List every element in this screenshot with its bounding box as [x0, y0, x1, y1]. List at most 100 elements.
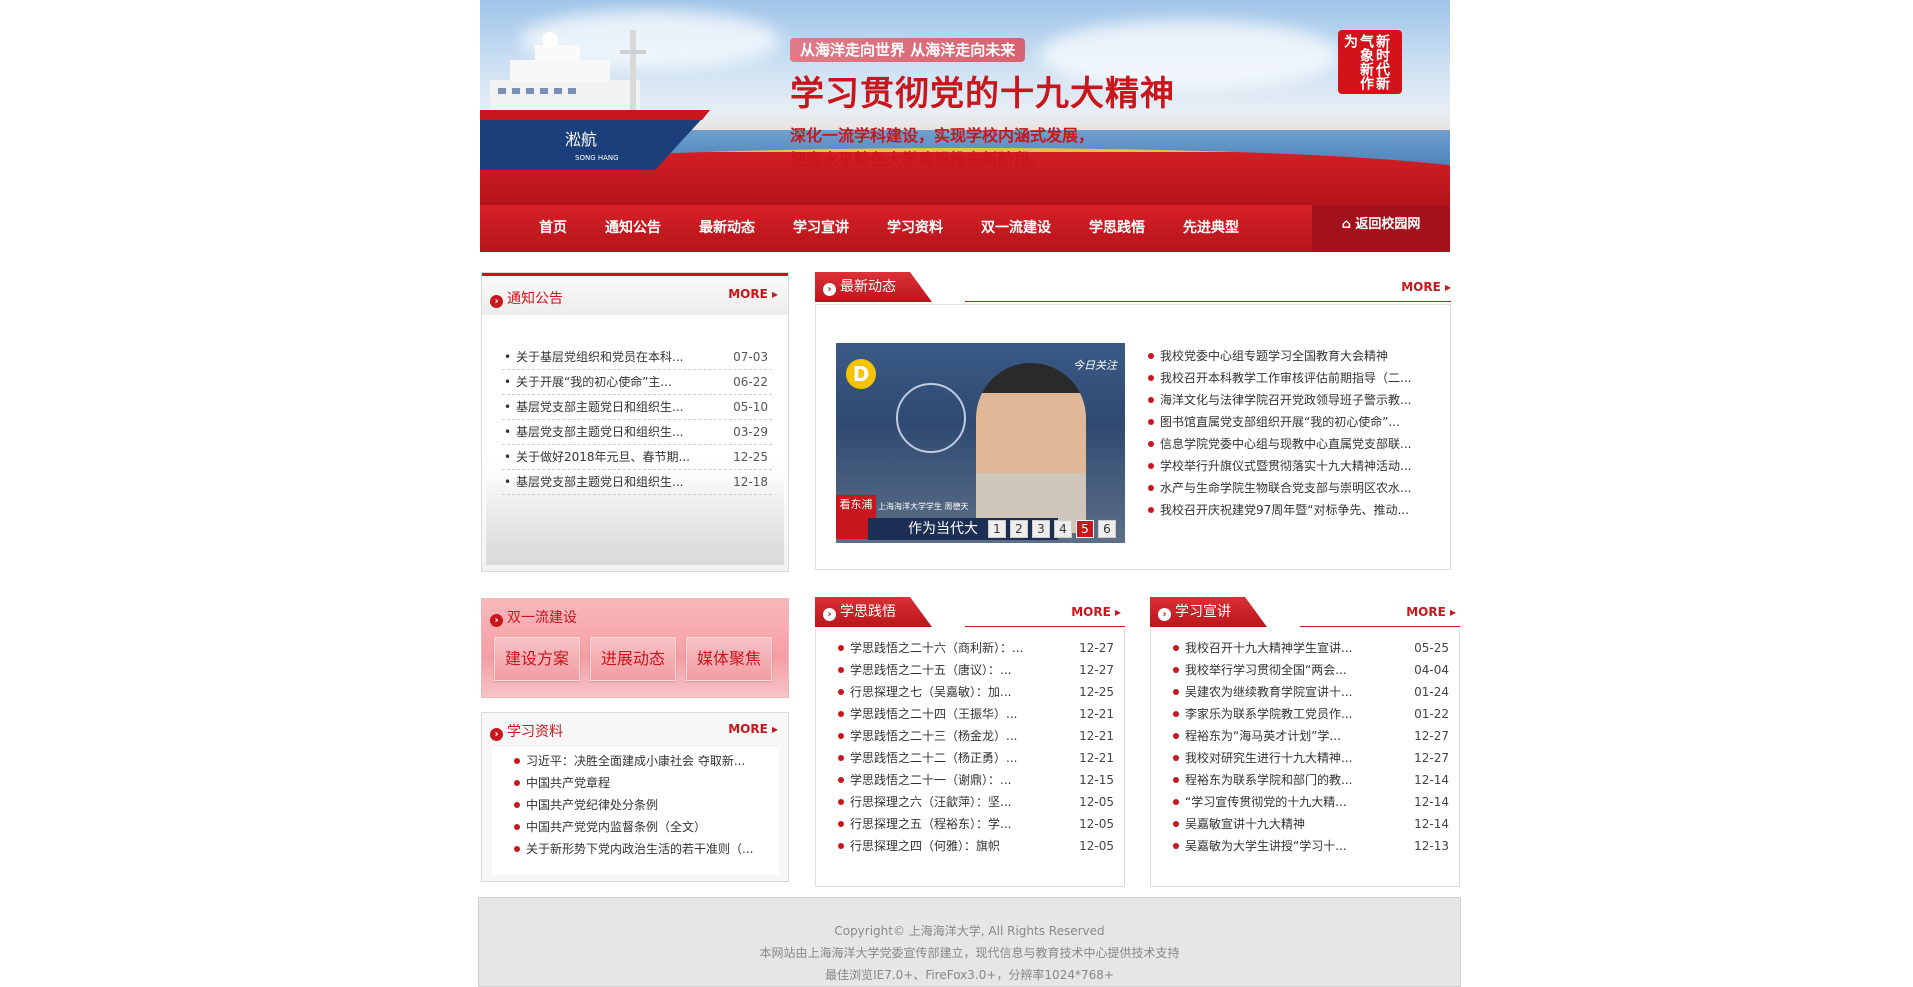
item-title[interactable]: 学思践悟之二十三（杨金龙）... — [816, 725, 1017, 747]
item-title[interactable]: 行思探理之六（汪歙萍）：坚... — [816, 791, 1011, 813]
pager-1[interactable]: 1 — [988, 520, 1006, 538]
progress-button[interactable]: 进展动态 — [590, 637, 676, 681]
list-item[interactable]: “学习宣传贯彻党的十九大精... 12-14 — [1151, 791, 1459, 813]
item-title[interactable]: “学习宣传贯彻党的十九大精... — [1151, 791, 1347, 813]
list-item[interactable]: 我校召开庆祝建党97周年暨“对标争先、推动... — [1146, 499, 1446, 521]
item-title[interactable]: 我校对研究生进行十九大精神... — [1151, 747, 1352, 769]
item-date: 12-14 — [1414, 795, 1449, 809]
item-title[interactable]: 关于基层党组织和党员在本科... — [502, 345, 683, 370]
list-item[interactable]: 基层党支部主题党日和组织生... 05-10 — [502, 395, 772, 420]
list-item[interactable]: 水产与生命学院生物联合党支部与崇明区农水... — [1146, 477, 1446, 499]
study-lectures-header: › 学习宣讲 MORE — [1150, 597, 1460, 627]
list-item[interactable]: 行思探理之五（程裕东）：学... 12-05 — [816, 813, 1124, 835]
item-title[interactable]: 我校举行学习贯彻全国“两会... — [1151, 659, 1347, 681]
item-title[interactable]: 学思践悟之二十五（唐议）：... — [816, 659, 1011, 681]
list-item[interactable]: 中国共产党纪律处分条例 — [492, 794, 778, 816]
item-date: 03-29 — [733, 425, 768, 439]
nav-item-materials[interactable]: 学习资料 — [868, 205, 962, 252]
item-title[interactable]: 我校召开十九大精神学生宣讲... — [1151, 637, 1352, 659]
item-date: 01-24 — [1414, 685, 1449, 699]
list-item[interactable]: 我校党委中心组专题学习全国教育大会精神 — [1146, 345, 1446, 367]
construction-plan-button[interactable]: 建设方案 — [494, 637, 580, 681]
pager-5-active[interactable]: 5 — [1076, 520, 1094, 538]
list-item[interactable]: 基层党支部主题党日和组织生... 12-18 — [502, 470, 772, 495]
item-title[interactable]: 行思探理之四（何雅）：旗帜 — [816, 835, 1000, 857]
media-focus-button[interactable]: 媒体聚焦 — [686, 637, 772, 681]
pager-2[interactable]: 2 — [1010, 520, 1028, 538]
item-title[interactable]: 学思践悟之二十四（王振华）... — [816, 703, 1017, 725]
list-item[interactable]: 图书馆直属党支部组织开展“我的初心使命”... — [1146, 411, 1446, 433]
list-item[interactable]: 关于开展“我的初心使命”主... 06-22 — [502, 370, 772, 395]
item-title[interactable]: 吴嘉敏为大学生讲授“学习十... — [1151, 835, 1347, 857]
list-item[interactable]: 李家乐为联系学院教工党员作... 01-22 — [1151, 703, 1459, 725]
notice-more-link[interactable]: MORE — [728, 287, 778, 301]
list-item[interactable]: 关于新形势下党内政治生活的若干准则（... — [492, 838, 778, 860]
nav-item-models[interactable]: 先进典型 — [1164, 205, 1258, 252]
list-item[interactable]: 程裕东为联系学院和部门的教... 12-14 — [1151, 769, 1459, 791]
list-item[interactable]: 我校召开本科教学工作审核评估前期指导（二... — [1146, 367, 1446, 389]
item-title[interactable]: 学思践悟之二十六（商利新）：... — [816, 637, 1023, 659]
list-item[interactable]: 基层党支部主题党日和组织生... 03-29 — [502, 420, 772, 445]
nav-item-latest[interactable]: 最新动态 — [680, 205, 774, 252]
nav-item-lectures[interactable]: 学习宣讲 — [774, 205, 868, 252]
copyright-text: Copyright© 上海海洋大学, All Rights Reserved — [834, 924, 1105, 938]
nav-item-notices[interactable]: 通知公告 — [586, 205, 680, 252]
item-title[interactable]: 李家乐为联系学院教工党员作... — [1151, 703, 1352, 725]
study-practice-more-link[interactable]: MORE — [1071, 605, 1121, 619]
list-item[interactable]: 我校举行学习贯彻全国“两会... 04-04 — [1151, 659, 1459, 681]
list-item[interactable]: 学校举行升旗仪式暨贯彻落实十九大精神活动... — [1146, 455, 1446, 477]
list-item[interactable]: 学思践悟之二十六（商利新）：... 12-27 — [816, 637, 1124, 659]
item-date: 12-21 — [1079, 729, 1114, 743]
pager-6[interactable]: 6 — [1098, 520, 1116, 538]
double-first-class-buttons: 建设方案 进展动态 媒体聚焦 — [494, 637, 772, 681]
list-item[interactable]: 吴嘉敏为大学生讲授“学习十... 12-13 — [1151, 835, 1459, 857]
item-title[interactable]: 行思探理之五（程裕东）：学... — [816, 813, 1011, 835]
nav-item-home[interactable]: 首页 — [520, 205, 586, 252]
item-date: 12-27 — [1414, 751, 1449, 765]
pager-3[interactable]: 3 — [1032, 520, 1050, 538]
list-item[interactable]: 学思践悟之二十五（唐议）：... 12-27 — [816, 659, 1124, 681]
item-title[interactable]: 学思践悟之二十一（谢鼎）：... — [816, 769, 1011, 791]
list-item[interactable]: 学思践悟之二十二（杨正勇）... 12-21 — [816, 747, 1124, 769]
video-player[interactable]: D 今日关注 看东浦 上海海洋大学学生 周德天 作为当代大 1 2 3 4 5 … — [836, 343, 1125, 543]
list-item[interactable]: 信息学院党委中心组与现教中心直属党支部联... — [1146, 433, 1446, 455]
item-title[interactable]: 关于开展“我的初心使命”主... — [502, 370, 672, 395]
list-item[interactable]: 学思践悟之二十三（杨金龙）... 12-21 — [816, 725, 1124, 747]
item-title[interactable]: 吴建农为继续教育学院宣讲十... — [1151, 681, 1352, 703]
list-item[interactable]: 习近平：决胜全面建成小康社会 夺取新... — [492, 750, 778, 772]
item-title[interactable]: 基层党支部主题党日和组织生... — [502, 395, 683, 420]
item-title[interactable]: 学思践悟之二十二（杨正勇）... — [816, 747, 1017, 769]
item-title[interactable]: 基层党支部主题党日和组织生... — [502, 470, 683, 495]
nav-item-study-practice[interactable]: 学思践悟 — [1070, 205, 1164, 252]
item-title[interactable]: 程裕东为“海马英才计划”学... — [1151, 725, 1341, 747]
list-item[interactable]: 程裕东为“海马英才计划”学... 12-27 — [1151, 725, 1459, 747]
item-title[interactable]: 基层党支部主题党日和组织生... — [502, 420, 683, 445]
study-more-link[interactable]: MORE — [728, 722, 778, 736]
list-item[interactable]: 吴建农为继续教育学院宣讲十... 01-24 — [1151, 681, 1459, 703]
return-campus-link[interactable]: ⌂ 返回校园网 — [1312, 205, 1450, 252]
list-item[interactable]: 我校对研究生进行十九大精神... 12-27 — [1151, 747, 1459, 769]
banner-title: 学习贯彻党的十九大精神 — [790, 74, 1175, 114]
arrow-circle-icon: › — [490, 728, 503, 741]
list-item[interactable]: 中国共产党章程 — [492, 772, 778, 794]
list-item[interactable]: 学思践悟之二十一（谢鼎）：... 12-15 — [816, 769, 1124, 791]
list-item[interactable]: 行思探理之六（汪歙萍）：坚... 12-05 — [816, 791, 1124, 813]
item-title[interactable]: 程裕东为联系学院和部门的教... — [1151, 769, 1352, 791]
nav-item-double-first-class[interactable]: 双一流建设 — [962, 205, 1070, 252]
item-title[interactable]: 关于做好2018年元旦、春节期... — [502, 445, 690, 470]
list-item[interactable]: 海洋文化与法律学院召开党政领导班子警示教... — [1146, 389, 1446, 411]
list-item[interactable]: 学思践悟之二十四（王振华）... 12-21 — [816, 703, 1124, 725]
list-item[interactable]: 中国共产党党内监督条例（全文） — [492, 816, 778, 838]
list-item[interactable]: 吴嘉敏宣讲十九大精神 12-14 — [1151, 813, 1459, 835]
list-item[interactable]: 行思探理之四（何雅）：旗帜 12-05 — [816, 835, 1124, 857]
footer: Copyright© 上海海洋大学, All Rights Reserved 本… — [478, 897, 1461, 987]
item-title[interactable]: 吴嘉敏宣讲十九大精神 — [1151, 813, 1305, 835]
list-item[interactable]: 我校召开十九大精神学生宣讲... 05-25 — [1151, 637, 1459, 659]
item-title[interactable]: 行思探理之七（吴嘉敏）：加... — [816, 681, 1011, 703]
list-item[interactable]: 关于做好2018年元旦、春节期... 12-25 — [502, 445, 772, 470]
list-item[interactable]: 关于基层党组织和党员在本科... 07-03 — [502, 345, 772, 370]
list-item[interactable]: 行思探理之七（吴嘉敏）：加... 12-25 — [816, 681, 1124, 703]
pager-4[interactable]: 4 — [1054, 520, 1072, 538]
study-lectures-more-link[interactable]: MORE — [1406, 605, 1456, 619]
news-more-link[interactable]: MORE — [1401, 280, 1451, 294]
